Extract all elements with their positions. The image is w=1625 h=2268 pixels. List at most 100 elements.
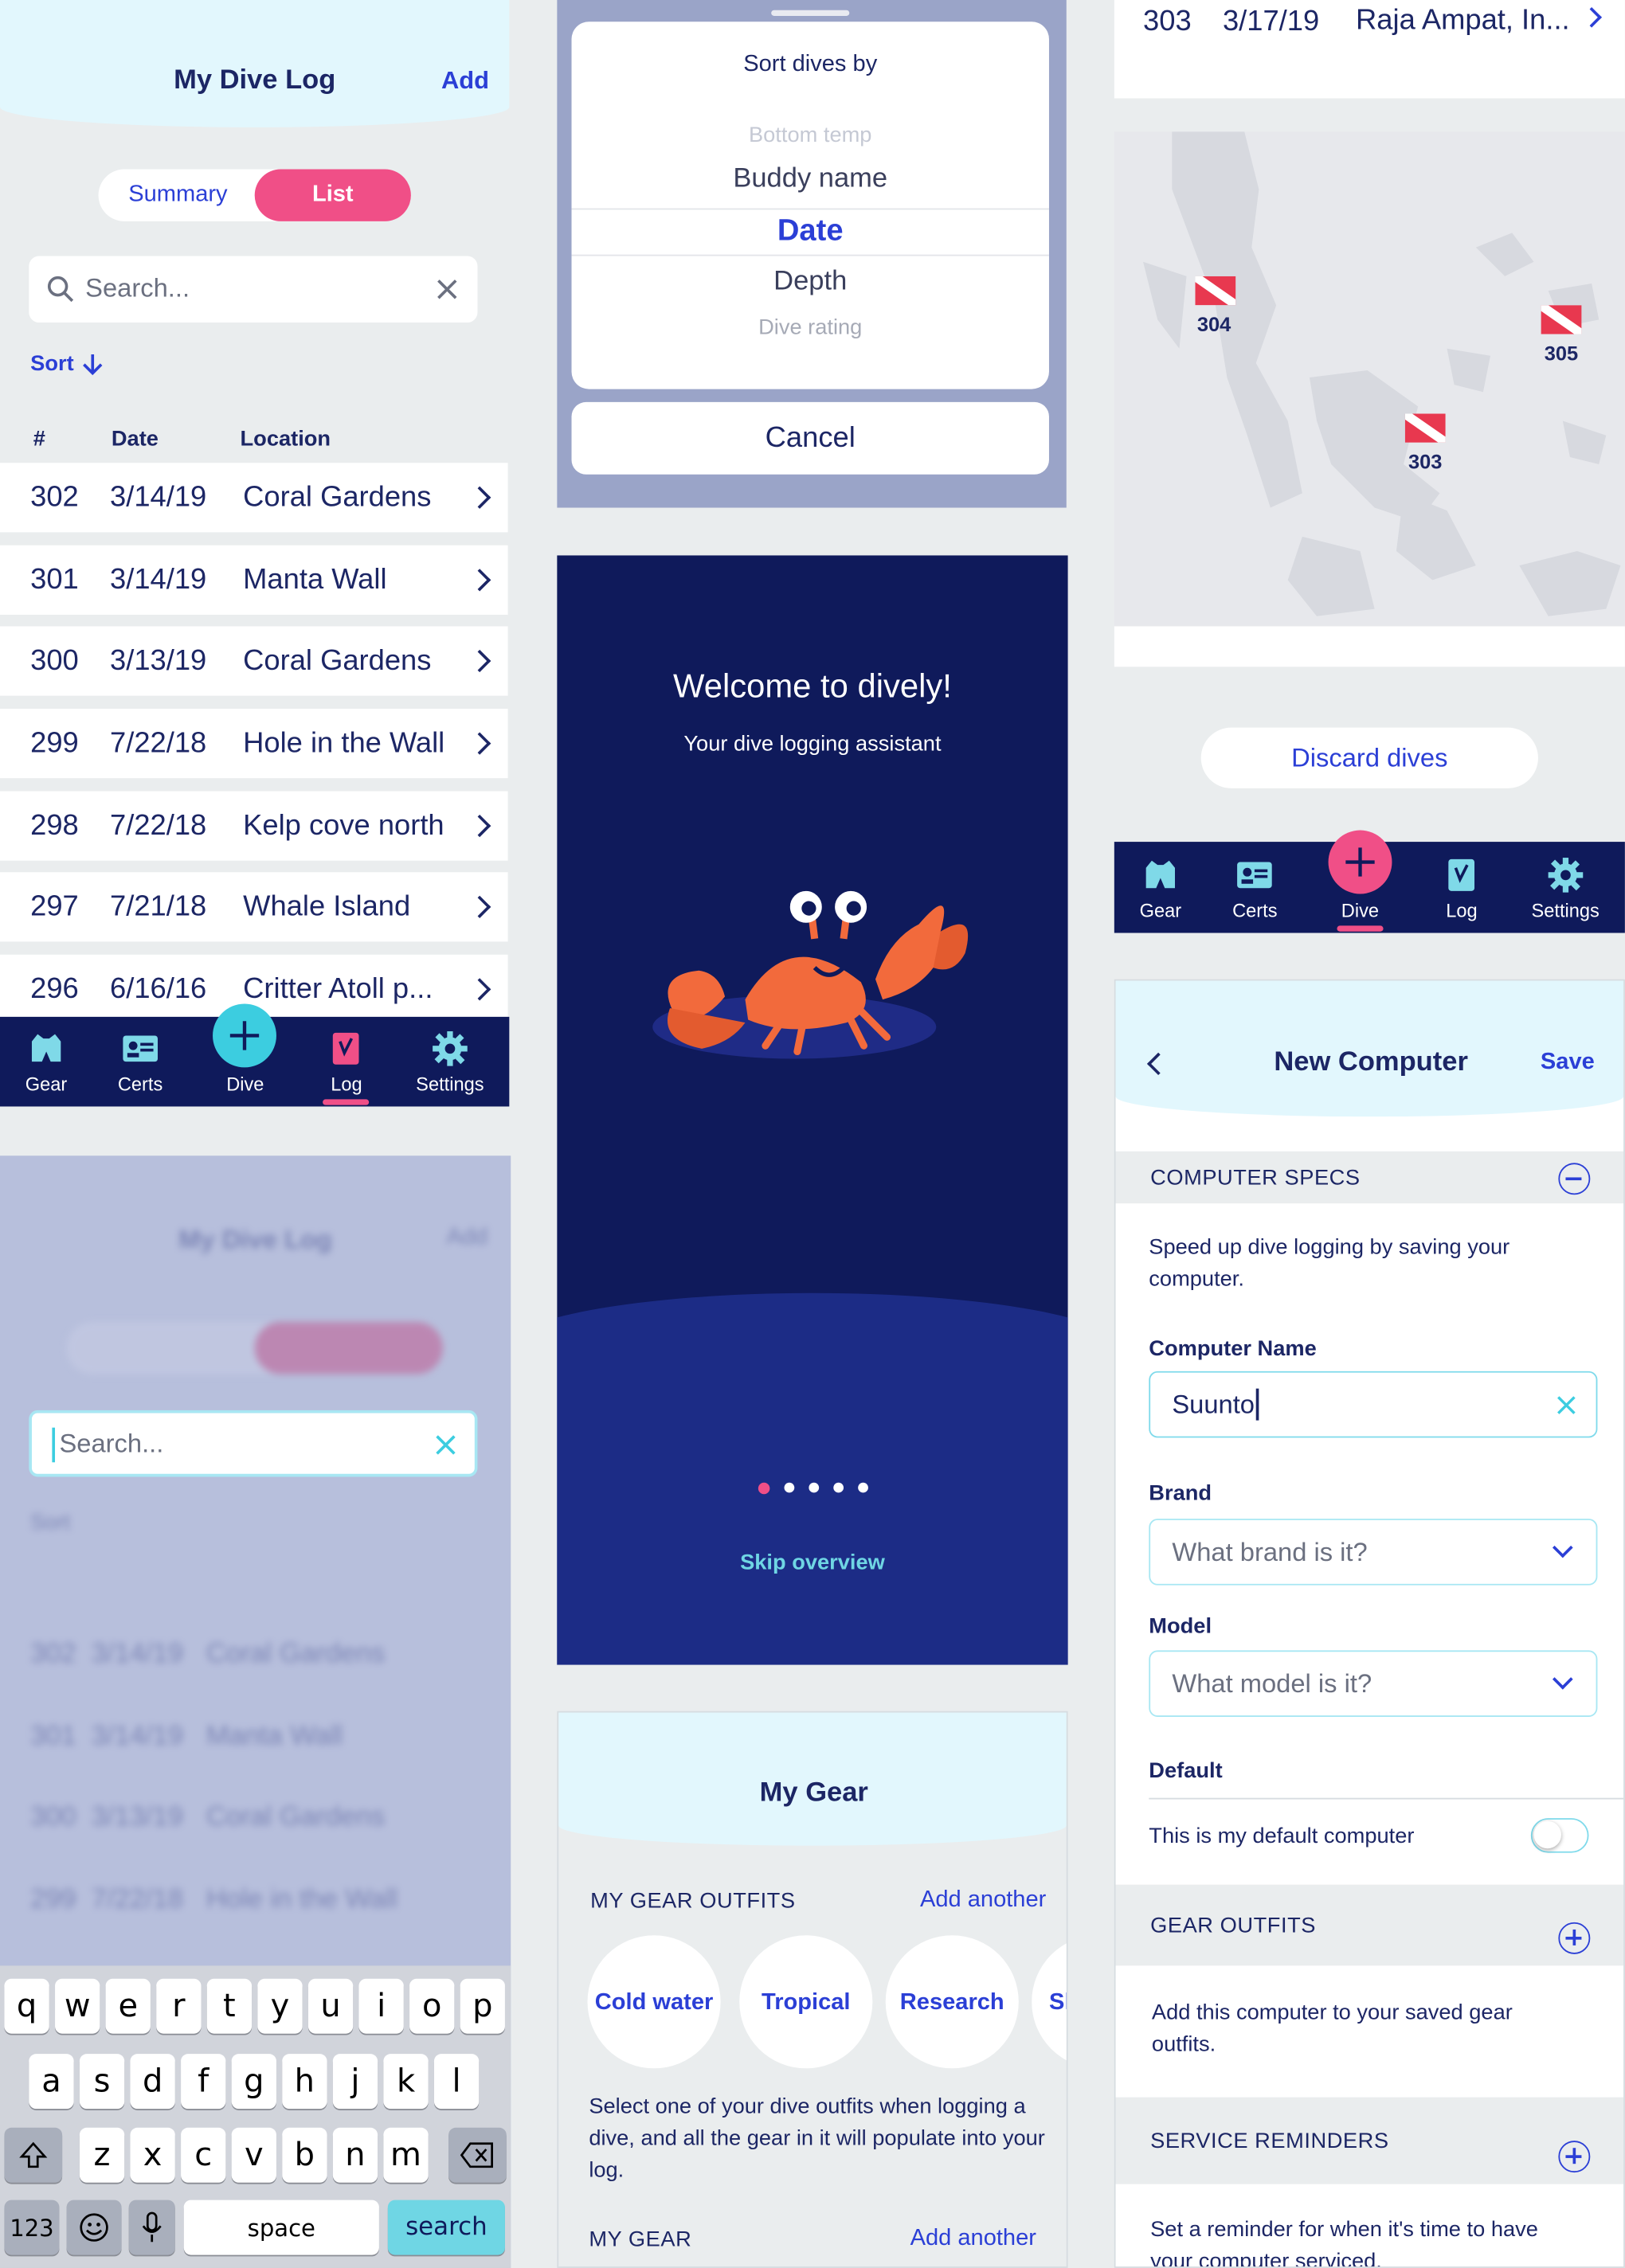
table-row[interactable]: 299 7/22/18 Hole in the Wall <box>0 708 508 779</box>
key-y[interactable]: y <box>257 1978 303 2034</box>
key-s[interactable]: s <box>79 2054 125 2110</box>
expand-icon[interactable] <box>1558 2141 1591 2173</box>
sort-option-selected[interactable]: Date <box>572 214 1049 249</box>
add-gear-button[interactable]: Add another <box>910 2226 1036 2252</box>
tab-certs[interactable]: Certs <box>118 1030 162 1106</box>
page-dot[interactable] <box>858 1482 868 1493</box>
tab-log[interactable]: Log <box>323 1030 370 1106</box>
save-button[interactable]: Save <box>1541 1050 1595 1077</box>
brand-select[interactable]: What brand is it? <box>1149 1519 1598 1586</box>
key-r[interactable]: r <box>156 1978 202 2034</box>
tab-log[interactable]: Log <box>1443 856 1480 933</box>
outfit-partial[interactable]: Sl <box>1032 1935 1067 2069</box>
computer-specs-section: COMPUTER SPECS <box>1115 1151 1624 1204</box>
page-dot[interactable] <box>809 1482 820 1493</box>
row-num: 301 <box>30 563 79 596</box>
row-location: Whale Island <box>243 890 411 922</box>
key-q[interactable]: q <box>4 1978 49 2034</box>
tab-settings[interactable]: Settings <box>1532 856 1600 933</box>
outfit-research[interactable]: Research <box>885 1935 1019 2069</box>
key-d[interactable]: d <box>130 2054 175 2110</box>
outfit-tropical[interactable]: Tropical <box>739 1935 873 2069</box>
segment-summary[interactable]: Summary <box>99 170 258 221</box>
key-a[interactable]: a <box>29 2054 74 2110</box>
dive-marker[interactable]: 305 <box>1541 305 1582 365</box>
sort-option[interactable]: Dive rating <box>572 315 1049 340</box>
segmented-control: Summary List <box>98 169 411 221</box>
search-input[interactable]: Search... <box>59 1429 163 1460</box>
key-i[interactable]: i <box>358 1978 404 2034</box>
cancel-button[interactable]: Cancel <box>571 401 1049 475</box>
sort-option[interactable]: Depth <box>572 266 1049 298</box>
clear-icon[interactable] <box>1557 1396 1576 1415</box>
page-dot-active[interactable] <box>758 1482 770 1495</box>
key-m[interactable]: m <box>383 2127 429 2183</box>
tab-dive[interactable]: Dive <box>1328 830 1392 933</box>
dive-marker[interactable]: 304 <box>1195 276 1236 335</box>
tab-gear[interactable]: Gear <box>25 1030 67 1106</box>
default-label: Default <box>1149 1758 1223 1784</box>
key-h[interactable]: h <box>282 2054 327 2110</box>
model-select[interactable]: What model is it? <box>1149 1650 1598 1717</box>
key-t[interactable]: t <box>206 1978 253 2034</box>
add-outfit-button[interactable]: Add another <box>920 1887 1046 1914</box>
dive-row[interactable]: 303 3/17/19 Raja Ampat, In... <box>1114 0 1625 99</box>
search-bar[interactable]: Search... <box>29 256 478 323</box>
emoji-key[interactable] <box>66 2200 122 2255</box>
key-k[interactable]: k <box>383 2054 429 2110</box>
table-row[interactable]: 302 3/14/19 Coral Gardens <box>0 463 508 533</box>
key-j[interactable]: j <box>332 2054 378 2110</box>
search-input[interactable]: Search... <box>85 273 190 303</box>
collapse-icon[interactable] <box>1558 1163 1591 1195</box>
table-row[interactable]: 297 7/21/18 Whale Island <box>0 872 508 942</box>
outfits-description: Add this computer to your saved gear out… <box>1151 2000 1513 2057</box>
segment-list[interactable]: List <box>254 169 411 221</box>
sort-option[interactable]: Bottom temp <box>572 123 1049 147</box>
default-toggle[interactable] <box>1530 1818 1589 1853</box>
skip-overview-link[interactable]: Skip overview <box>557 1550 1067 1575</box>
key-v[interactable]: v <box>231 2127 276 2183</box>
page-dot[interactable] <box>784 1482 795 1493</box>
sort-option[interactable]: Buddy name <box>572 163 1049 195</box>
tab-settings[interactable]: Settings <box>416 1030 484 1106</box>
space-key[interactable]: space <box>183 2200 379 2255</box>
key-f[interactable]: f <box>181 2054 226 2110</box>
discard-dives-button[interactable]: Discard dives <box>1200 727 1538 788</box>
key-g[interactable]: g <box>231 2054 276 2110</box>
key-b[interactable]: b <box>282 2127 327 2183</box>
key-c[interactable]: c <box>181 2127 226 2183</box>
table-row[interactable]: 301 3/14/19 Manta Wall <box>0 545 508 615</box>
key-z[interactable]: z <box>79 2127 125 2183</box>
key-x[interactable]: x <box>130 2127 175 2183</box>
key-l[interactable]: l <box>433 2054 480 2110</box>
key-e[interactable]: e <box>105 1978 151 2034</box>
dive-marker[interactable]: 303 <box>1404 413 1446 473</box>
table-row[interactable]: 300 3/13/19 Coral Gardens <box>0 626 508 696</box>
key-u[interactable]: u <box>307 1978 354 2034</box>
page-dot[interactable] <box>833 1482 844 1493</box>
clear-icon[interactable] <box>436 1435 456 1455</box>
tab-certs[interactable]: Certs <box>1232 856 1278 933</box>
table-row[interactable]: 298 7/22/18 Kelp cove north <box>0 791 508 861</box>
dictation-key[interactable] <box>128 2200 175 2255</box>
search-bar-focused[interactable]: Search... <box>29 1410 478 1477</box>
add-button[interactable]: Add <box>441 67 489 96</box>
clear-icon[interactable] <box>437 280 457 299</box>
search-key[interactable]: search <box>387 2200 505 2255</box>
expand-icon[interactable] <box>1558 1922 1591 1954</box>
computer-name-input[interactable]: Suunto <box>1149 1371 1598 1438</box>
blurred-sort: Sort <box>30 1510 71 1535</box>
sort-button[interactable]: Sort <box>30 351 103 376</box>
outfit-cold-water[interactable]: Cold water <box>587 1935 721 2069</box>
map-view[interactable] <box>1114 131 1625 627</box>
chevron-right-icon <box>468 895 491 918</box>
shift-key[interactable] <box>4 2127 63 2183</box>
key-o[interactable]: o <box>409 1978 455 2034</box>
backspace-key[interactable] <box>448 2127 507 2183</box>
tab-dive[interactable]: Dive <box>213 1003 277 1107</box>
numbers-key[interactable]: 123 <box>4 2200 60 2255</box>
key-w[interactable]: w <box>55 1978 100 2034</box>
key-p[interactable]: p <box>460 1978 505 2034</box>
tab-gear[interactable]: Gear <box>1140 856 1181 933</box>
key-n[interactable]: n <box>332 2127 378 2183</box>
